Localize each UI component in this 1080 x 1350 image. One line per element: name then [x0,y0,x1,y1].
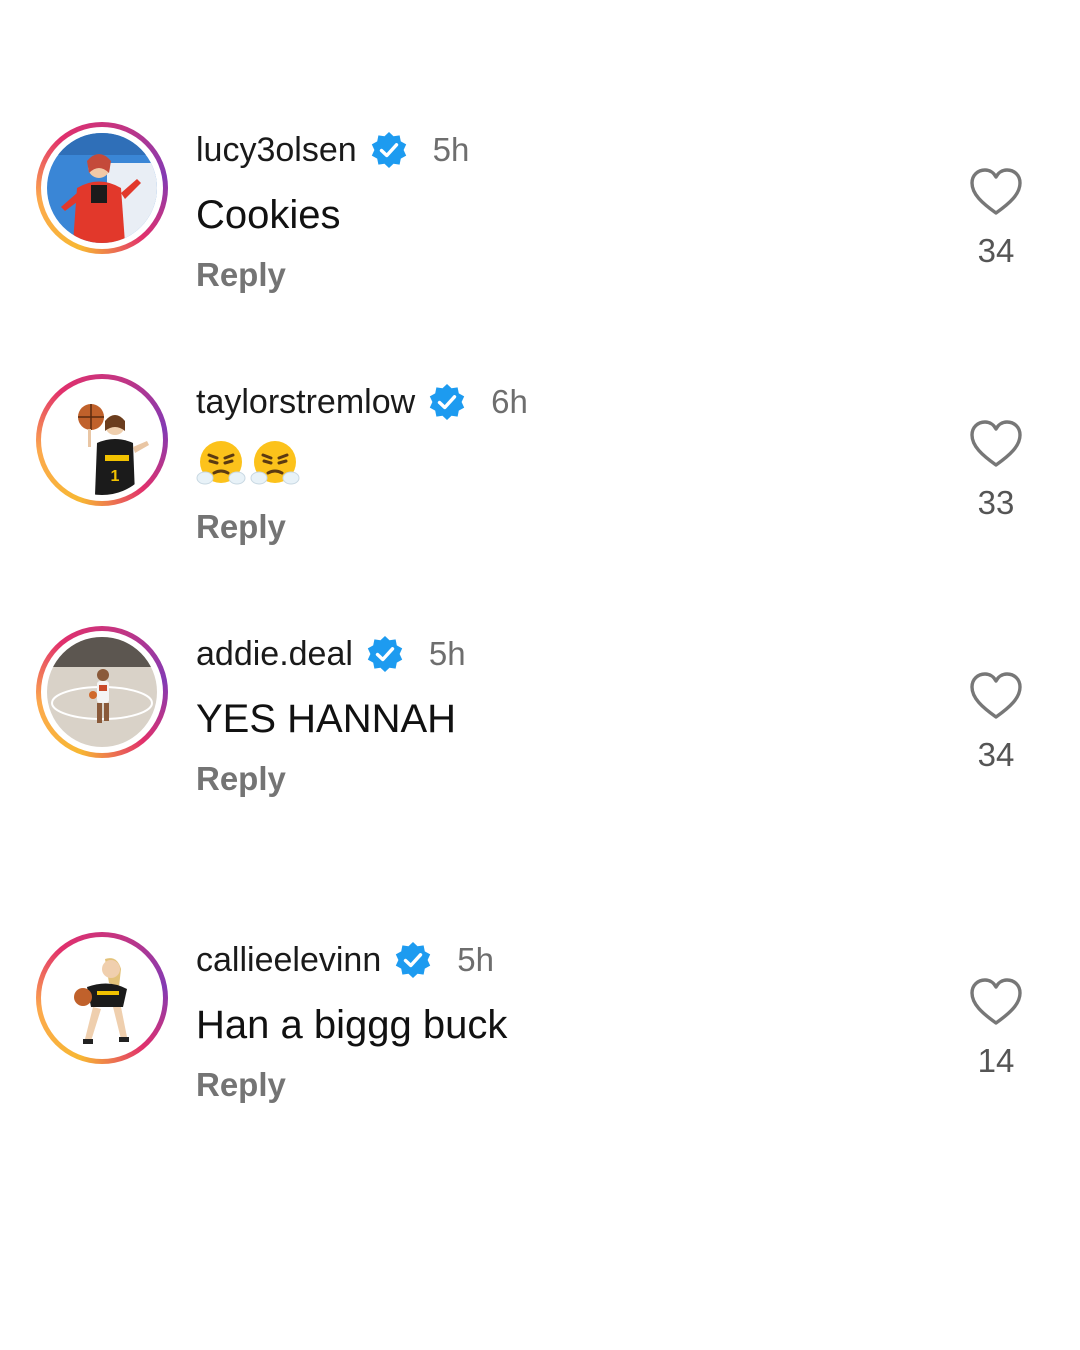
avatar-story-ring[interactable]: 1 [36,374,168,506]
like-count: 34 [977,736,1015,773]
profile-photo-icon: 1 [47,385,157,495]
svg-text:1: 1 [111,468,120,485]
comment-text: Han a biggg buck [196,1003,508,1047]
comment-text: YES HANNAH [196,697,457,741]
username[interactable]: taylorstremlow [196,383,415,422]
comment-item: lucy3olsen 5h Cookies Reply 34 [0,122,1080,332]
username[interactable]: addie.deal [196,635,353,674]
verified-badge-icon [427,382,467,422]
comment-timestamp: 5h [428,635,466,672]
verified-badge-icon [365,634,405,674]
like-button[interactable] [968,976,1024,1028]
like-button[interactable] [968,670,1024,722]
comment-timestamp: 5h [432,131,470,168]
heart-icon [970,168,1022,215]
like-count: 14 [977,1042,1015,1079]
reply-button[interactable]: Reply [196,256,286,294]
comment-text [196,438,300,488]
verified-badge-icon [393,940,433,980]
avatar[interactable] [47,637,157,747]
heart-icon [970,420,1022,467]
avatar[interactable]: 1 [47,385,157,495]
reply-button[interactable]: Reply [196,1066,286,1104]
reply-button[interactable]: Reply [196,760,286,798]
comment-item: callieelevinn 5h Han a biggg buck Reply … [0,932,1080,1142]
username[interactable]: callieelevinn [196,941,381,980]
verified-badge-icon [369,130,409,170]
like-count: 33 [977,484,1015,521]
profile-photo-icon [47,637,157,747]
heart-icon [970,672,1022,719]
avatar[interactable] [47,943,157,1053]
comment-item: addie.deal 5h YES HANNAH Reply 34 [0,626,1080,836]
heart-icon [970,978,1022,1025]
like-button[interactable] [968,166,1024,218]
comment-text: Cookies [196,193,341,237]
comment-timestamp: 5h [457,941,494,978]
avatar-story-ring[interactable] [36,932,168,1064]
profile-photo-icon [47,943,157,1053]
like-count: 34 [977,232,1015,269]
comment-item: 1 taylorstremlow 6h Reply 33 [0,374,1080,584]
face-with-steam-from-nose-icon [250,441,300,485]
avatar[interactable] [47,133,157,243]
avatar-story-ring[interactable] [36,626,168,758]
comment-timestamp: 6h [491,383,528,420]
avatar-story-ring[interactable] [36,122,168,254]
face-with-steam-from-nose-icon [196,441,246,485]
reply-button[interactable]: Reply [196,508,286,546]
like-button[interactable] [968,418,1024,470]
username[interactable]: lucy3olsen [196,131,357,170]
profile-photo-icon [47,133,157,243]
